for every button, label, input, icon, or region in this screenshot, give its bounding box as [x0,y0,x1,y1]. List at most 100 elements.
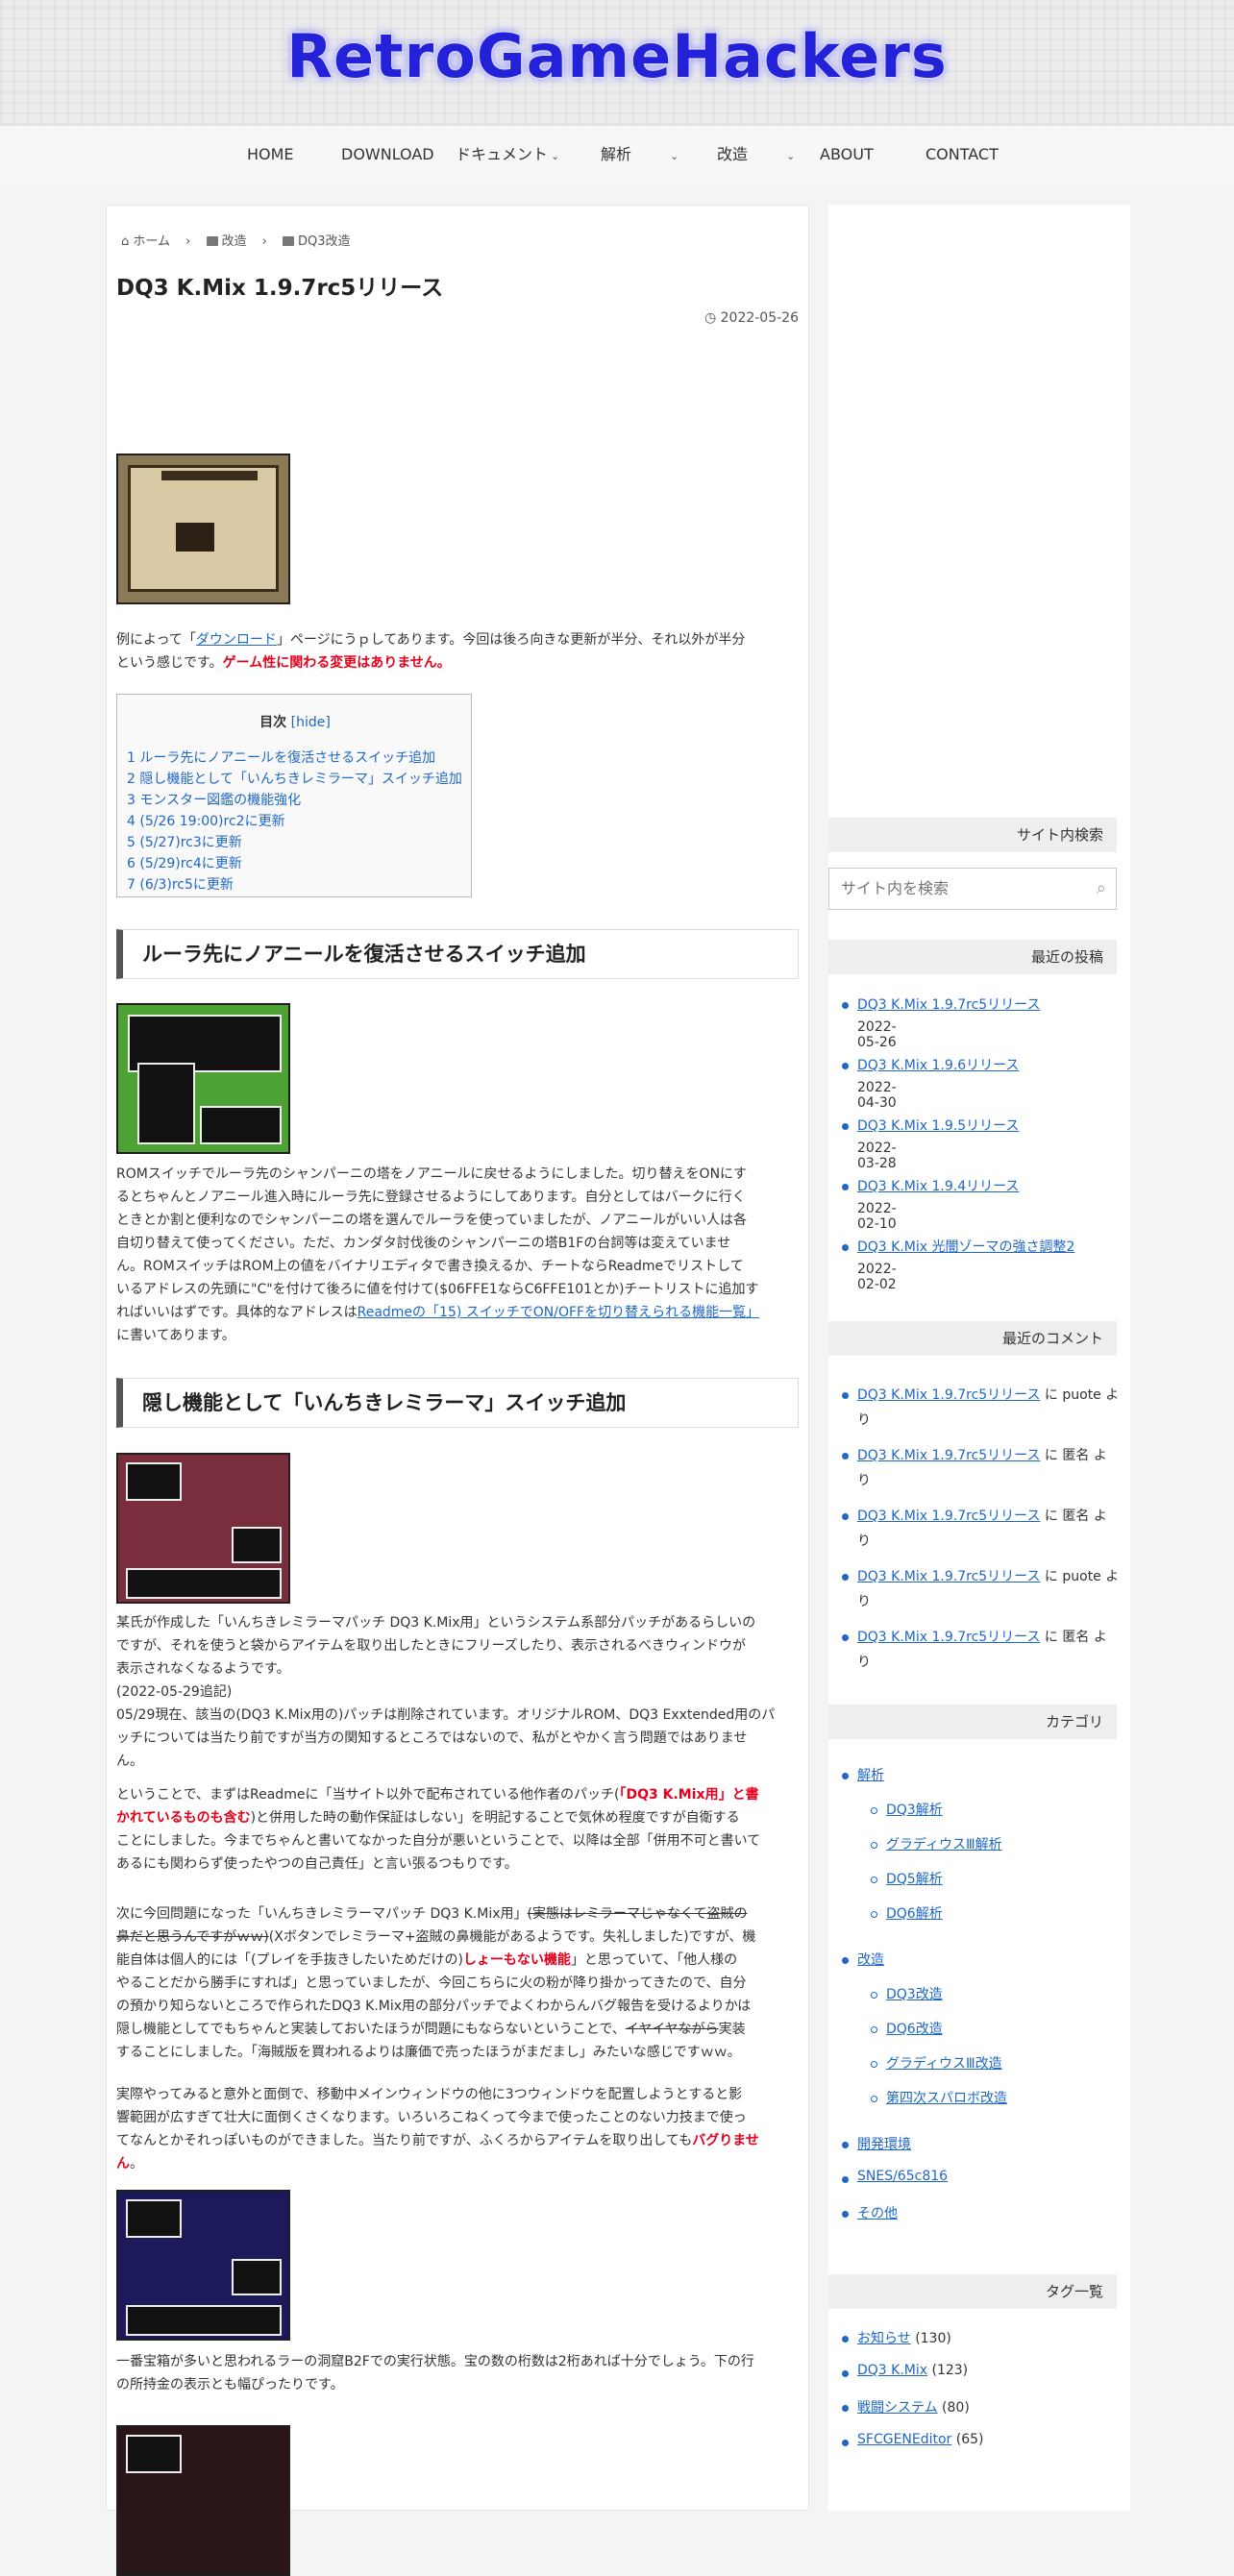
text-emphasis: しょーもない機能 [462,1952,571,1968]
tag-link[interactable]: 戦闘システム [857,2400,938,2416]
nav-analysis[interactable]: 解析 ⌄ [601,126,679,184]
nav-home[interactable]: HOME [247,126,294,184]
subcategory-link[interactable]: グラディウスⅢ解析 [886,1834,1002,1853]
comment-post-link[interactable]: DQ3 K.Mix 1.9.7rc5リリース [857,1569,1040,1584]
intro-emphasis: ゲーム性に関わる変更はありません。 [222,655,451,671]
subcategory-link[interactable]: DQ6解析 [886,1903,943,1923]
breadcrumb-subcategory[interactable]: DQ3改造 [298,234,351,249]
game-screenshot-dungeon[interactable] [116,454,290,604]
category-link[interactable]: 解析 [857,1765,884,1784]
text-line: 隠し機能としてでもちゃんと実装しておいたほうが問題にもならないということで、イヤ… [116,2018,808,2041]
subcategory-link[interactable]: グラディウスⅢ改造 [886,2053,1002,2073]
subcategory-link[interactable]: DQ3解析 [886,1800,943,1819]
recent-post-link[interactable]: DQ3 K.Mix 1.9.6リリース [857,1055,1019,1074]
game-screenshot-partial[interactable] [116,2425,290,2576]
recent-post-link[interactable]: DQ3 K.Mix 1.9.7rc5リリース [857,994,1040,1014]
bullet-icon [842,1123,849,1130]
text-strikethrough: イヤイヤながら [625,2022,719,2037]
post-date-value: 2022-05-26 [720,310,799,326]
comment-tail: り [857,1412,871,1428]
page-title: DQ3 K.Mix 1.9.7rc5リリース [116,276,444,301]
recent-post-link[interactable]: DQ3 K.Mix 光闇ゾーマの強さ調整2 [857,1237,1074,1256]
list-item: SFCGENEditor (65) [857,2432,984,2447]
nav-download[interactable]: DOWNLOAD [341,126,434,184]
main-content: ⌂ ホーム › 改造 › DQ3改造 DQ3 K.Mix 1.9.7rc5リリー… [106,205,809,2576]
category-link[interactable]: 改造 [857,1950,884,1969]
chevron-right-icon: › [261,234,267,249]
widget-title-search: サイト内検索 [828,818,1117,852]
nav-document[interactable]: ドキュメント ⌄ [456,126,559,184]
recent-post-link[interactable]: DQ3 K.Mix 1.9.5リリース [857,1116,1019,1135]
breadcrumb-category[interactable]: 改造 [222,234,247,249]
readme-link[interactable]: Readmeの「15) スイッチでON/OFFを切り替えられる機能一覧」 [358,1305,760,1320]
toc-item[interactable]: 2 隠し機能として「いんちきレミラーマ」スイッチ追加 [127,769,462,790]
toc-item[interactable]: 1 ルーラ先にノアニールを復活させるスイッチ追加 [127,748,462,769]
section-6-paragraph: 一番宝箱が多いと思われるラーの洞窟B2Fでの実行状態。宝の数の桁数は2桁あれば十… [116,2350,808,2396]
search-icon[interactable]: ⌕ [1097,878,1106,898]
screenshot-bar [161,471,258,480]
text-line: 響範囲が広すぎて壮大に面倒くさくなります。いろいろこねくって今まで使ったことのな… [116,2110,747,2125]
nav-about[interactable]: ABOUT [820,126,874,184]
toc-hide-toggle[interactable]: [hide] [291,715,331,730]
chevron-right-icon: › [185,234,191,249]
tag-count: (123) [931,2363,969,2378]
toc-item[interactable]: 7 (6/3)rc5に更新 [127,874,462,895]
bullet-icon [842,2176,849,2183]
subcategory-link[interactable]: 第四次スパロボ改造 [886,2088,1007,2107]
screenshot-window [126,2305,282,2336]
toc-item[interactable]: 5 (5/27)rc3に更新 [127,832,462,853]
game-screenshot-cave[interactable] [116,2190,290,2341]
bullet-icon [871,2061,877,2068]
text-line: 表示されなくなるようです。 [116,1661,290,1677]
site-logo[interactable]: RetroGameHackers [0,21,1234,91]
bullet-icon [842,1957,849,1964]
category-link[interactable]: SNES/65c816 [857,2169,948,2184]
nav-contact[interactable]: CONTACT [926,126,999,184]
subcategory-link[interactable]: DQ5解析 [886,1869,943,1888]
bullet-icon [842,2336,849,2343]
subcategory-link[interactable]: DQ3改造 [886,1984,943,2003]
text-line: ればいいはずです。具体的なアドレスはReadmeの「15) スイッチでON/OF… [116,1301,808,1324]
breadcrumb-home[interactable]: ホーム [133,234,170,249]
tag-link[interactable]: お知らせ [857,2331,911,2346]
folder-icon [206,236,218,246]
recent-post-link[interactable]: DQ3 K.Mix 1.9.4リリース [857,1176,1019,1195]
tag-link[interactable]: SFCGENEditor [857,2432,951,2447]
game-screenshot-castle[interactable] [116,1453,290,1604]
category-link[interactable]: 開発環境 [857,2134,911,2153]
bullet-icon [842,2370,849,2377]
comment-author: に 匿名 よ [1044,1630,1107,1645]
text-line: 自切り替えて使ってください。ただ、カンダタ討伐後のシャンパーニの塔B1Fの台詞等… [116,1236,731,1251]
screenshot-window [126,1568,282,1599]
section-1-paragraph: ROMスイッチでルーラ先のシャンパーニの塔をノアニールに戻せるようにしました。切… [116,1163,808,1347]
toc-item[interactable]: 3 モンスター図鑑の機能強化 [127,790,462,811]
recent-post-date: 2022-02-10 [857,1201,897,1232]
comment-post-link[interactable]: DQ3 K.Mix 1.9.7rc5リリース [857,1448,1040,1463]
toc-item[interactable]: 6 (5/29)rc4に更新 [127,853,462,874]
comment-post-link[interactable]: DQ3 K.Mix 1.9.7rc5リリース [857,1387,1040,1403]
folder-icon [283,236,295,246]
category-link[interactable]: その他 [857,2203,898,2222]
subcategory-link[interactable]: DQ6改造 [886,2019,943,2038]
bullet-icon [842,1453,849,1460]
home-icon: ⌂ [121,234,130,249]
tag-link[interactable]: DQ3 K.Mix [857,2363,927,2378]
nav-mod[interactable]: 改造 ⌄ [717,126,795,184]
game-screenshot-field-menu[interactable] [116,1003,290,1154]
download-link[interactable]: ダウンロード [196,632,277,648]
bullet-icon [842,1634,849,1641]
text-line: いるアドレスの先頭に"C"を付けて後ろに値を付けて($06FFE1ならC6FFE… [116,1282,759,1297]
toc-list: 1 ルーラ先にノアニールを復活させるスイッチ追加 2 隠し機能として「いんちきレ… [127,748,462,895]
text-line: ん。ROMスイッチはROM上の値をバイナリエディタで書き換えるか、チートならRe… [116,1259,744,1274]
search-input[interactable] [829,869,1070,907]
toc-item[interactable]: 4 (5/26 19:00)rc2に更新 [127,811,462,832]
recent-post-date: 2022-04-30 [857,1080,897,1111]
recent-post-date: 2022-02-02 [857,1262,897,1292]
comment-post-link[interactable]: DQ3 K.Mix 1.9.7rc5リリース [857,1509,1040,1524]
search-box[interactable]: ⌕ [828,868,1117,910]
list-item: お知らせ (130) [857,2328,951,2347]
text-strikethrough: 鼻だと思うんですがｗｗ) [116,1929,269,1945]
comment-post-link[interactable]: DQ3 K.Mix 1.9.7rc5リリース [857,1630,1040,1645]
screenshot-sprite [176,523,214,552]
screenshot-window [126,2435,182,2473]
